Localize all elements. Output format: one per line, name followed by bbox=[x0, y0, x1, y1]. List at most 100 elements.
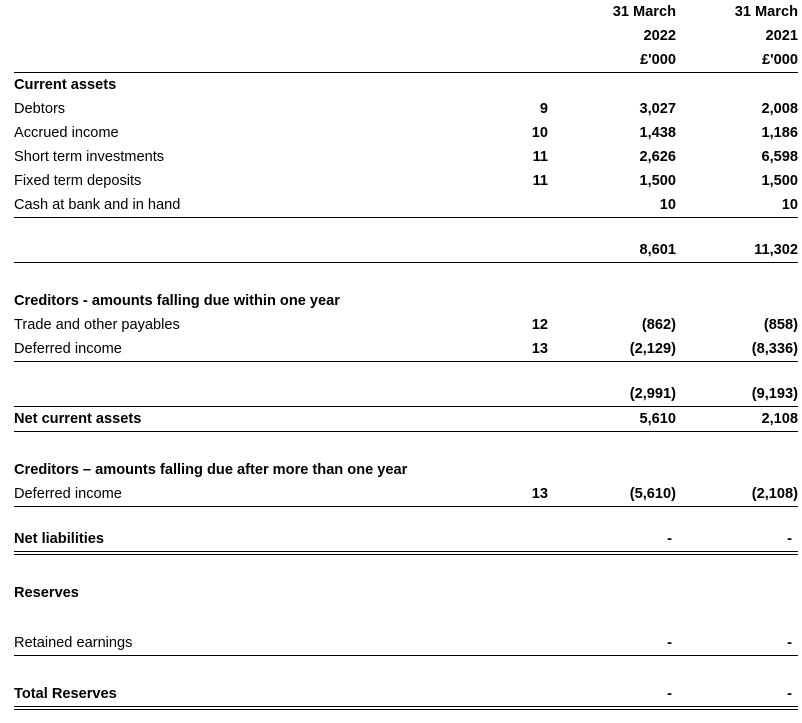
header-col1-date: 31 March bbox=[612, 4, 676, 20]
net-current-assets-2021: 2,108 bbox=[676, 406, 798, 432]
total-value-2021: 11,302 bbox=[676, 238, 798, 263]
row-value-2021: - bbox=[676, 631, 798, 656]
header-row-year: 2022 2021 bbox=[14, 24, 798, 48]
row-value-2021: 2,008 bbox=[761, 101, 798, 117]
row-label: Trade and other payables bbox=[14, 317, 180, 333]
row-value-2022: (862) bbox=[641, 317, 676, 333]
table-row: Short term investments 11 2,626 6,598 bbox=[14, 145, 798, 169]
creditors-after-heading: Creditors – amounts falling due after mo… bbox=[14, 462, 408, 478]
current-assets-heading: Current assets bbox=[14, 77, 117, 93]
creditors-within-heading: Creditors - amounts falling due within o… bbox=[14, 293, 340, 309]
table-row: Debtors 9 3,027 2,008 bbox=[14, 97, 798, 121]
total-reserves-note bbox=[474, 682, 548, 710]
balance-sheet-table: 31 March 31 March 2022 2021 £'000 £'000 … bbox=[14, 0, 798, 710]
header-col1-year: 2022 bbox=[643, 28, 676, 44]
net-current-assets-row: Net current assets 5,610 2,108 bbox=[14, 406, 798, 432]
row-value-2022: (2,129) bbox=[548, 337, 676, 362]
spacer-row bbox=[14, 362, 798, 383]
total-reserves-2021: - bbox=[676, 682, 798, 710]
total-reserves-row: Total Reserves - - bbox=[14, 682, 798, 710]
row-label: Cash at bank and in hand bbox=[14, 193, 474, 218]
table-row: Retained earnings - - bbox=[14, 631, 798, 656]
row-value-2021: (858) bbox=[763, 317, 798, 333]
row-label: Deferred income bbox=[14, 482, 474, 507]
dash-value: - bbox=[787, 531, 792, 547]
row-note: 13 bbox=[474, 482, 548, 507]
row-note: 11 bbox=[532, 149, 548, 165]
current-assets-total-row: 8,601 11,302 bbox=[14, 238, 798, 263]
section-heading-current-assets: Current assets bbox=[14, 73, 798, 98]
row-note bbox=[474, 193, 548, 218]
row-label: Deferred income bbox=[14, 337, 474, 362]
row-note: 10 bbox=[531, 125, 548, 141]
net-liabilities-row: Net liabilities - - bbox=[14, 527, 798, 555]
row-value-2022: 2,626 bbox=[639, 149, 676, 165]
spacer-row bbox=[14, 432, 798, 459]
row-note bbox=[474, 631, 548, 656]
row-label: Retained earnings bbox=[14, 631, 474, 656]
table-row: Fixed term deposits 11 1,500 1,500 bbox=[14, 169, 798, 193]
row-value-2022: - bbox=[548, 631, 676, 656]
net-liabilities-label: Net liabilities bbox=[14, 527, 474, 555]
row-value-2021: 10 bbox=[676, 193, 798, 218]
row-value-2021: 1,500 bbox=[761, 173, 798, 189]
row-note: 12 bbox=[531, 317, 548, 333]
total-note bbox=[474, 382, 548, 407]
header-note-spacer bbox=[474, 0, 548, 24]
row-value-2022: 10 bbox=[548, 193, 676, 218]
section-heading-creditors-after-one-year: Creditors – amounts falling due after mo… bbox=[14, 458, 798, 482]
spacer-row bbox=[14, 605, 798, 631]
spacer-row bbox=[14, 553, 798, 581]
table-row: Cash at bank and in hand 10 10 bbox=[14, 193, 798, 218]
net-liabilities-2021: - bbox=[676, 527, 798, 555]
total-value-2021: (9,193) bbox=[676, 382, 798, 407]
row-value-2022: 3,027 bbox=[639, 101, 676, 117]
dash-value: - bbox=[667, 635, 672, 651]
row-note: 11 bbox=[532, 173, 548, 189]
table-row: Accrued income 10 1,438 1,186 bbox=[14, 121, 798, 145]
row-value-2021: 6,598 bbox=[761, 149, 798, 165]
dash-value: - bbox=[667, 531, 672, 547]
reserves-heading: Reserves bbox=[14, 585, 79, 601]
section-heading-reserves: Reserves bbox=[14, 581, 798, 605]
spacer-row bbox=[14, 218, 798, 239]
total-label bbox=[14, 382, 474, 407]
header-col2-unit: £'000 bbox=[676, 48, 798, 73]
row-value-2021: (2,108) bbox=[676, 482, 798, 507]
total-reserves-label: Total Reserves bbox=[14, 682, 474, 710]
dash-value: - bbox=[787, 686, 792, 702]
net-liabilities-note bbox=[474, 527, 548, 555]
net-current-assets-2022: 5,610 bbox=[548, 406, 676, 432]
header-row-unit: £'000 £'000 bbox=[14, 48, 798, 73]
header-row-date: 31 March 31 March bbox=[14, 0, 798, 24]
row-note: 13 bbox=[474, 337, 548, 362]
row-value-2022: 1,438 bbox=[639, 125, 676, 141]
row-label: Short term investments bbox=[14, 149, 165, 165]
creditors-within-total-row: (2,991) (9,193) bbox=[14, 382, 798, 407]
spacer-row bbox=[14, 507, 798, 528]
net-current-assets-label: Net current assets bbox=[14, 406, 474, 432]
row-value-2021: 1,186 bbox=[761, 125, 798, 141]
dash-value: - bbox=[667, 686, 672, 702]
total-value-2022: (2,991) bbox=[548, 382, 676, 407]
row-label: Fixed term deposits bbox=[14, 173, 142, 189]
header-col2-date: 31 March bbox=[734, 4, 798, 20]
header-col2-year: 2021 bbox=[765, 28, 798, 44]
row-value-2022: (5,610) bbox=[548, 482, 676, 507]
total-value-2022: 8,601 bbox=[548, 238, 676, 263]
section-heading-creditors-within-one-year: Creditors - amounts falling due within o… bbox=[14, 289, 798, 313]
row-label: Debtors bbox=[14, 101, 66, 117]
table-row: Deferred income 13 (2,129) (8,336) bbox=[14, 337, 798, 362]
spacer-row bbox=[14, 656, 798, 683]
row-label: Accrued income bbox=[14, 125, 119, 141]
total-reserves-2022: - bbox=[548, 682, 676, 710]
spacer-row bbox=[14, 263, 798, 290]
row-value-2022: 1,500 bbox=[639, 173, 676, 189]
total-note bbox=[474, 238, 548, 263]
header-col1-unit: £'000 bbox=[548, 48, 676, 73]
net-current-assets-note bbox=[474, 406, 548, 432]
header-spacer bbox=[14, 0, 474, 24]
net-liabilities-2022: - bbox=[548, 527, 676, 555]
table-row: Deferred income 13 (5,610) (2,108) bbox=[14, 482, 798, 507]
row-note: 9 bbox=[539, 101, 548, 117]
